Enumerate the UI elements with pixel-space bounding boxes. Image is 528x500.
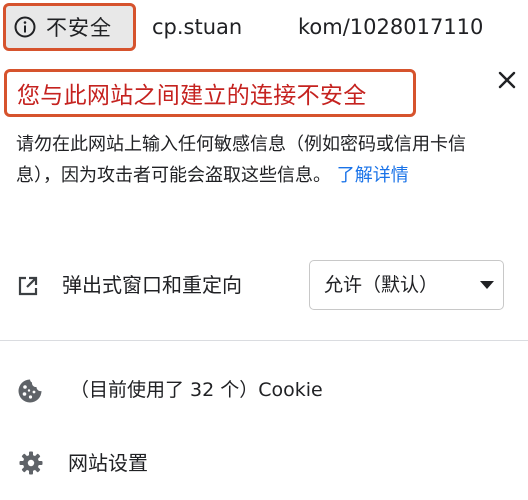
close-button[interactable] — [493, 66, 521, 94]
cookies-label: （目前使用了 32 个）Cookie — [70, 379, 323, 401]
url-host: cp.stuan — [152, 15, 243, 39]
site-settings-label: 网站设置 — [68, 451, 148, 475]
site-settings-row[interactable]: 网站设置 — [0, 440, 528, 488]
url-field[interactable]: cp.stuan kom/1028017110 — [152, 12, 483, 42]
cookies-row[interactable]: （目前使用了 32 个）Cookie — [0, 366, 528, 414]
address-bar: 不安全 cp.stuan kom/1028017110 — [0, 0, 528, 56]
url-path: kom/1028017110 — [298, 15, 484, 39]
site-info-panel: 不安全 cp.stuan kom/1028017110 您与此网站之间建立的连接… — [0, 0, 528, 500]
divider — [0, 340, 528, 341]
dropdown-arrow-icon — [480, 281, 494, 289]
warning-title: 您与此网站之间建立的连接不安全 — [17, 83, 367, 109]
warning-description: 请勿在此网站上输入任何敏感信息（例如密码或信用卡信息），因为攻击者可能会盗取这些… — [16, 129, 510, 191]
warning-highlight: 您与此网站之间建立的连接不安全 — [4, 69, 416, 117]
gear-icon — [19, 451, 43, 475]
security-indicator-button[interactable]: 不安全 — [3, 3, 136, 51]
permission-row-popups: 弹出式窗口和重定向 允许（默认） — [0, 258, 528, 314]
close-icon — [498, 71, 516, 89]
learn-more-link[interactable]: 了解详情 — [337, 165, 409, 186]
popups-permission-label: 弹出式窗口和重定向 — [62, 273, 242, 297]
open-in-new-icon — [18, 276, 38, 296]
cookie-icon — [18, 379, 42, 403]
info-icon — [14, 16, 36, 38]
security-label: 不安全 — [46, 16, 112, 40]
popups-permission-value: 允许（默认） — [324, 274, 439, 296]
popups-permission-select[interactable]: 允许（默认） — [309, 260, 504, 310]
